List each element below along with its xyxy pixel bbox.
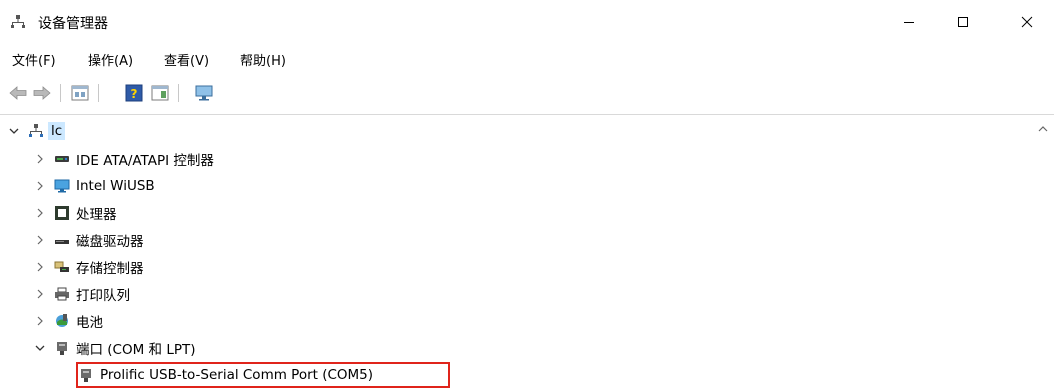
- minimize-icon: [904, 22, 914, 23]
- close-button[interactable]: [1004, 0, 1050, 44]
- monitor-icon: [54, 179, 70, 193]
- ide-controller-icon: [55, 156, 69, 162]
- toolbar: ?: [0, 78, 1054, 108]
- tree-item-print-queue[interactable]: 打印队列: [34, 281, 130, 307]
- port-icon: [57, 342, 67, 355]
- view-icon[interactable]: [150, 83, 170, 103]
- chevron-down-icon[interactable]: [34, 342, 46, 354]
- chevron-right-icon[interactable]: [34, 207, 46, 219]
- chevron-down-icon[interactable]: [8, 125, 20, 137]
- close-icon: [1021, 16, 1033, 28]
- maximize-icon: [958, 17, 968, 27]
- tree-item-ide[interactable]: IDE ATA/ATAPI 控制器: [34, 146, 214, 172]
- chevron-right-icon[interactable]: [34, 234, 46, 246]
- chevron-right-icon[interactable]: [34, 288, 46, 300]
- properties-icon[interactable]: [70, 83, 90, 103]
- tree-item-label: 磁盘驱动器: [76, 234, 144, 250]
- chevron-right-icon[interactable]: [34, 180, 46, 192]
- toolbar-separator: [98, 84, 99, 102]
- svg-text:?: ?: [131, 87, 138, 101]
- scroll-up-icon[interactable]: [1038, 124, 1048, 134]
- tree-item-label: 存储控制器: [76, 261, 144, 277]
- tree-item-ports[interactable]: 端口 (COM 和 LPT): [34, 335, 196, 361]
- divider: [0, 114, 1054, 115]
- tree-item-label: 电池: [76, 315, 103, 331]
- storage-controller-icon: [54, 261, 69, 272]
- tree-item-label: IDE ATA/ATAPI 控制器: [76, 153, 214, 169]
- disk-drive-icon: [55, 240, 69, 244]
- chevron-right-icon[interactable]: [34, 315, 46, 327]
- minimize-button[interactable]: [886, 0, 932, 44]
- toolbar-separator: [60, 84, 61, 102]
- tree-item-label: 处理器: [76, 207, 117, 223]
- back-arrow-icon[interactable]: [8, 83, 28, 103]
- chevron-right-icon[interactable]: [34, 261, 46, 273]
- tree-item-disk-drive[interactable]: 磁盘驱动器: [34, 227, 144, 253]
- menu-file[interactable]: 文件(F): [12, 50, 56, 69]
- device-tree: lc IDE ATA/ATAPI 控制器 Intel WiUSB 处理器 磁盘驱…: [0, 118, 1040, 389]
- maximize-button[interactable]: [940, 0, 986, 44]
- tree-item-label: Intel WiUSB: [76, 178, 155, 194]
- toolbar-separator: [178, 84, 179, 102]
- forward-arrow-icon[interactable]: [32, 83, 52, 103]
- chevron-right-icon[interactable]: [34, 153, 46, 165]
- printer-icon: [55, 287, 69, 301]
- menu-action[interactable]: 操作(A): [88, 50, 133, 69]
- computer-scan-icon[interactable]: [194, 83, 214, 103]
- computer-network-icon: [29, 124, 43, 137]
- tree-root-label: lc: [48, 122, 66, 140]
- tree-item-battery[interactable]: 电池: [34, 308, 103, 334]
- window-title: 设备管理器: [38, 16, 108, 32]
- highlight-annotation: [76, 362, 450, 388]
- menu-help[interactable]: 帮助(H): [240, 50, 286, 69]
- tree-item-intel-wiusb[interactable]: Intel WiUSB: [34, 173, 155, 199]
- tree-item-label: 端口 (COM 和 LPT): [76, 342, 196, 358]
- help-icon[interactable]: ?: [124, 83, 144, 103]
- tree-root[interactable]: lc: [8, 118, 66, 144]
- title-bar: 设备管理器: [0, 0, 1054, 44]
- tree-item-processor[interactable]: 处理器: [34, 200, 117, 226]
- processor-icon: [55, 206, 69, 220]
- device-manager-icon: [11, 15, 25, 28]
- tree-item-storage-controller[interactable]: 存储控制器: [34, 254, 144, 280]
- menu-bar: 文件(F) 操作(A) 查看(V) 帮助(H): [0, 46, 1054, 70]
- battery-icon: [56, 314, 68, 327]
- menu-view[interactable]: 查看(V): [164, 50, 209, 69]
- tree-item-label: 打印队列: [76, 288, 130, 304]
